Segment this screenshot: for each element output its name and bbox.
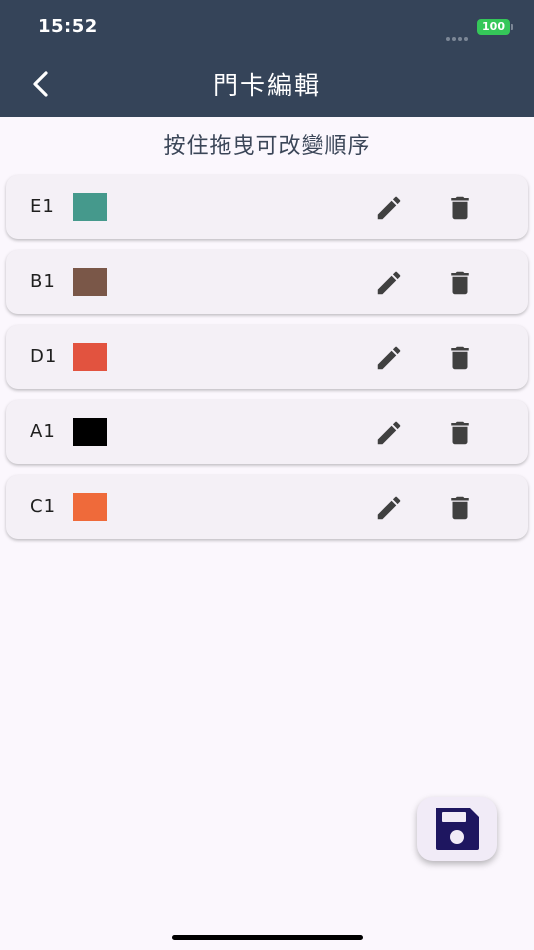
door-card-list: E1 B1 D1 A1 C1	[6, 175, 528, 550]
edit-button[interactable]	[374, 268, 404, 298]
pencil-icon	[377, 271, 401, 295]
delete-button[interactable]	[445, 343, 475, 373]
pencil-icon	[377, 496, 401, 520]
door-card-item[interactable]: B1	[6, 250, 528, 314]
battery-tip	[511, 24, 513, 30]
pencil-icon	[377, 346, 401, 370]
edit-button[interactable]	[374, 418, 404, 448]
trash-icon	[451, 421, 469, 445]
status-time: 15:52	[38, 16, 98, 37]
color-swatch	[73, 418, 107, 446]
save-button[interactable]	[417, 797, 497, 861]
reorder-hint: 按住拖曳可改變順序	[163, 134, 371, 159]
pencil-icon	[377, 196, 401, 220]
card-label: C1	[30, 496, 57, 517]
edit-button[interactable]	[374, 343, 404, 373]
color-swatch	[73, 193, 107, 221]
app-header: 15:52 100 門卡編輯	[0, 0, 534, 117]
door-card-item[interactable]: C1	[6, 475, 528, 539]
battery-icon: 100	[477, 19, 510, 35]
trash-icon	[451, 271, 469, 295]
color-swatch	[73, 493, 107, 521]
trash-icon	[451, 496, 469, 520]
floppy-disk-icon	[436, 808, 479, 850]
door-card-item[interactable]: D1	[6, 325, 528, 389]
delete-button[interactable]	[445, 418, 475, 448]
color-swatch	[73, 268, 107, 296]
card-label: E1	[30, 196, 55, 217]
door-card-item[interactable]: A1	[6, 400, 528, 464]
edit-button[interactable]	[374, 493, 404, 523]
pencil-icon	[377, 421, 401, 445]
home-indicator	[172, 935, 363, 940]
signal-icon	[446, 26, 472, 41]
trash-icon	[451, 196, 469, 220]
delete-button[interactable]	[445, 493, 475, 523]
card-label: D1	[30, 346, 58, 367]
delete-button[interactable]	[445, 268, 475, 298]
color-swatch	[73, 343, 107, 371]
door-card-item[interactable]: E1	[6, 175, 528, 239]
card-label: B1	[30, 271, 56, 292]
trash-icon	[451, 346, 469, 370]
edit-button[interactable]	[374, 193, 404, 223]
card-label: A1	[30, 421, 56, 442]
delete-button[interactable]	[445, 193, 475, 223]
page-title: 門卡編輯	[212, 71, 321, 100]
